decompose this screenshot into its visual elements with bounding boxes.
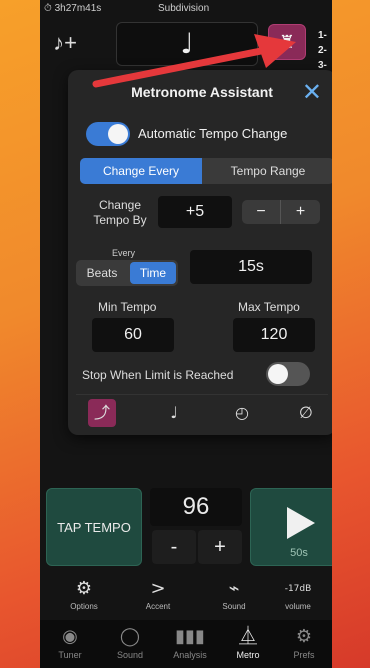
assistant-mode-bar: ⤴ ♩ ◴ ∅ [76,394,328,430]
tab-bar: ◉ Tuner ◯ Sound ▮▮▮ Analysis ⏅ Metro ⚙ P… [40,620,332,668]
stop-limit-label: Stop When Limit is Reached [82,368,234,382]
decrement-button[interactable]: − [242,200,281,224]
tab-label: Tuner [58,650,82,660]
increment-button[interactable]: + [281,200,320,224]
sound-control[interactable]: ⌁ Sound [204,578,264,611]
beat-pattern-line-1: 1-2- [318,30,327,56]
tab-tuner[interactable]: ◉ Tuner [42,626,98,660]
tab-analysis[interactable]: ▮▮▮ Analysis [162,626,218,660]
sound-label: Sound [222,602,246,611]
subdivision-label: Subdivision [158,3,210,14]
tab-tempo-range[interactable]: Tempo Range [202,158,332,184]
volume-label: volume [285,602,311,611]
every-label: Every [112,248,136,258]
play-time: 50s [290,547,308,559]
change-tempo-by-label: Change Tempo By [90,198,150,228]
mute-note-icon[interactable]: ♩ [160,399,188,427]
unit-beats[interactable]: Beats [76,260,128,286]
prefs-icon: ⚙ [295,626,313,647]
toggle-knob [268,364,288,384]
tap-tempo-button[interactable]: TAP TEMPO [46,488,142,566]
change-tempo-label-line-1: Change [98,198,142,212]
gear-icon: ⚙ [75,578,93,599]
status-bar: ⏱ 3h27m41s Subdivision [40,3,332,19]
none-icon[interactable]: ∅ [292,399,320,427]
unit-time[interactable]: Time [130,262,176,284]
tab-prefs[interactable]: ⚙ Prefs [276,626,332,660]
timer-icon[interactable]: ◴ [228,399,256,427]
phone-screen: ⏱ 3h27m41s Subdivision ♪+ ♩ ♜ 1-2- 3-4- … [40,0,332,668]
bpm-display[interactable]: 96 [150,488,242,526]
change-tempo-value[interactable]: +5 [158,196,232,228]
bpm-decrement-button[interactable]: - [152,530,196,564]
tempo-ramp-icon[interactable]: ⤴ [88,399,116,427]
toggle-knob [108,124,128,144]
tab-label: Prefs [293,650,315,660]
play-icon [287,507,315,539]
change-tempo-label-line-2: Tempo By [93,213,147,227]
session-timer: ⏱ 3h27m41s [44,3,102,14]
annotation-arrow [92,34,296,88]
max-tempo-field[interactable]: 120 [233,318,315,352]
options-label: Options [70,602,98,611]
tab-label: Analysis [173,650,207,660]
auto-tempo-label: Automatic Tempo Change [138,126,288,141]
woodblock-icon: ⌁ [228,578,240,599]
accent-icon: > [150,578,166,599]
volume-control[interactable]: -17dB volume [268,578,328,611]
auto-tempo-row: Automatic Tempo Change [86,120,326,148]
tab-change-every[interactable]: Change Every [80,158,202,184]
tab-metro[interactable]: ⏅ Metro [220,626,276,660]
every-value[interactable]: 15s [190,250,312,284]
volume-value: -17dB [284,584,312,594]
analysis-icon: ▮▮▮ [175,626,205,647]
accent-label: Accent [145,602,171,611]
metronome-icon: ⏅ [239,626,257,647]
play-button[interactable]: 50s [250,488,332,566]
bpm-increment-button[interactable]: + [198,530,242,564]
tab-sound[interactable]: ◯ Sound [102,626,158,660]
tab-label: Metro [236,650,260,660]
add-metronome-icon[interactable]: ♪+ [46,24,84,62]
options-control[interactable]: ⚙ Options [54,578,114,611]
change-tempo-stepper: − + [242,200,320,224]
accent-control[interactable]: > Accent [128,578,188,611]
min-tempo-label: Min Tempo [98,300,157,314]
metronome-assistant-dialog: Metronome Assistant ✕ Automatic Tempo Ch… [68,70,332,435]
stop-limit-toggle[interactable] [266,362,310,386]
sound-icon: ◯ [119,626,141,647]
every-unit-segmented-control: Beats Time [76,260,178,286]
min-tempo-field[interactable]: 60 [92,318,174,352]
tuner-icon: ◉ [62,626,78,647]
max-tempo-label: Max Tempo [238,300,300,314]
mode-segmented-control: Change Every Tempo Range [80,158,332,184]
tab-label: Sound [116,650,144,660]
auto-tempo-toggle[interactable] [86,122,130,146]
